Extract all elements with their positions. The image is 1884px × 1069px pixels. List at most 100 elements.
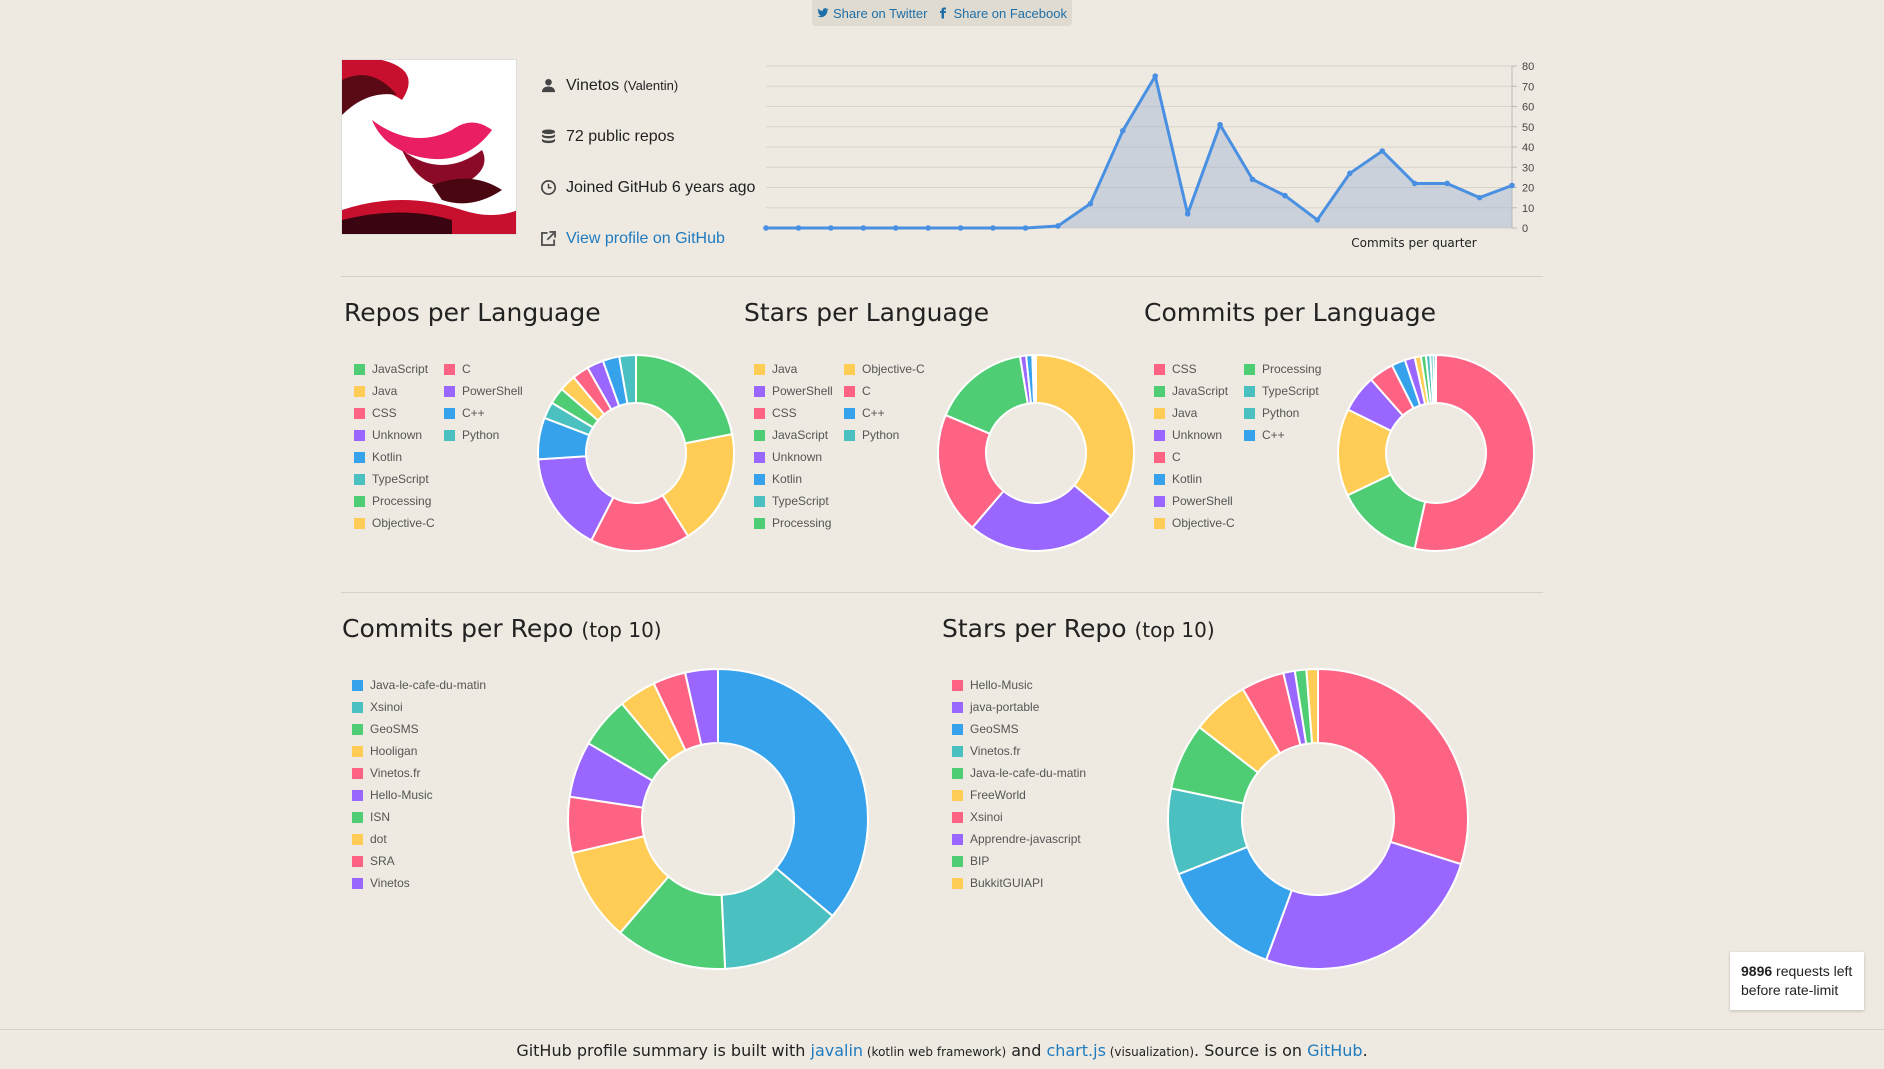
data-point[interactable] (1087, 200, 1094, 207)
data-point[interactable] (1476, 194, 1483, 201)
data-point[interactable] (1152, 73, 1159, 79)
data-point[interactable] (990, 225, 996, 231)
data-point[interactable] (957, 225, 964, 231)
legend-label: JavaScript (372, 362, 429, 376)
legend-item[interactable]: Apprendre-javascript (952, 828, 1086, 850)
chartjs-link[interactable]: chart.js (1046, 1041, 1105, 1060)
legend-item[interactable]: Xsinoi (952, 806, 1086, 828)
slice-java-portable[interactable] (1264, 840, 1463, 970)
data-point[interactable] (763, 225, 769, 231)
legend-item[interactable]: C (1154, 446, 1244, 468)
legend-item[interactable]: Hooligan (352, 740, 486, 762)
data-point[interactable] (1347, 170, 1353, 177)
footer-text: and (1006, 1041, 1047, 1060)
legend-item[interactable]: GeoSMS (352, 718, 486, 740)
legend-item[interactable]: Processing (754, 512, 844, 534)
slice-python[interactable] (1034, 353, 1037, 405)
legend-item[interactable]: java-portable (952, 696, 1086, 718)
data-point[interactable] (1379, 148, 1386, 154)
legend-item[interactable]: Processing (354, 490, 444, 512)
slice-java-le-cafe-du-matin[interactable] (717, 667, 869, 918)
legend-item[interactable]: ISN (352, 806, 486, 828)
data-point[interactable] (1282, 192, 1288, 199)
legend-item[interactable]: Unknown (754, 446, 844, 468)
data-point[interactable] (1217, 121, 1223, 128)
legend-item[interactable]: CSS (354, 402, 444, 424)
data-point[interactable] (1509, 182, 1515, 189)
slice-java[interactable] (1035, 353, 1135, 518)
legend-item[interactable]: BIP (952, 850, 1086, 872)
javalin-link[interactable]: javalin (811, 1041, 864, 1060)
data-point[interactable] (1055, 223, 1061, 229)
legend-item[interactable]: Java (754, 358, 844, 380)
legend-item[interactable]: Objective-C (844, 358, 934, 380)
legend-item[interactable]: TypeScript (354, 468, 444, 490)
data-point[interactable] (1119, 128, 1126, 134)
legend-item[interactable]: CSS (1154, 358, 1244, 380)
data-point[interactable] (1022, 225, 1029, 231)
legend-item[interactable]: TypeScript (754, 490, 844, 512)
legend-item[interactable]: PowerShell (444, 380, 534, 402)
legend-item[interactable]: Java (1154, 402, 1244, 424)
share-twitter-link[interactable]: Share on Twitter (817, 6, 927, 21)
legend-item[interactable]: Vinetos (352, 872, 486, 894)
realname: (Valentin) (623, 78, 679, 93)
slice-hello-music[interactable] (1317, 667, 1469, 866)
legend-swatch (352, 767, 363, 779)
legend-item[interactable]: Unknown (354, 424, 444, 446)
legend-item[interactable]: BukkitGUIAPI (952, 872, 1086, 894)
legend-item[interactable]: C++ (444, 402, 534, 424)
legend-item[interactable]: Java (354, 380, 444, 402)
legend-item[interactable]: Java-le-cafe-du-matin (352, 674, 486, 696)
data-point[interactable] (892, 225, 899, 231)
legend-item[interactable]: Hello-Music (352, 784, 486, 806)
legend-item[interactable]: Java-le-cafe-du-matin (952, 762, 1086, 784)
data-point[interactable] (795, 225, 802, 231)
legend-item[interactable]: Kotlin (1154, 468, 1244, 490)
github-source-link[interactable]: GitHub (1307, 1041, 1362, 1060)
legend-item[interactable]: Hello-Music (952, 674, 1086, 696)
legend-item[interactable]: C++ (844, 402, 934, 424)
legend-item[interactable]: C (444, 358, 534, 380)
legend-item[interactable]: Objective-C (1154, 512, 1244, 534)
slice-javascript[interactable] (635, 353, 734, 445)
legend-item[interactable]: C++ (1244, 424, 1334, 446)
legend-item[interactable]: JavaScript (1154, 380, 1244, 402)
legend-item[interactable]: JavaScript (354, 358, 444, 380)
data-point[interactable] (828, 225, 834, 231)
share-facebook-link[interactable]: Share on Facebook (937, 6, 1067, 21)
legend-item[interactable]: Python (844, 424, 934, 446)
data-point[interactable] (1249, 176, 1256, 183)
username-row: Vinetos (Valentin) (540, 60, 760, 111)
legend-item[interactable]: Vinetos.fr (952, 740, 1086, 762)
legend-item[interactable]: Python (1244, 402, 1334, 424)
data-point[interactable] (1314, 217, 1321, 223)
view-profile-link[interactable]: View profile on GitHub (566, 230, 725, 248)
data-point[interactable] (1444, 180, 1450, 187)
legend-swatch (952, 855, 963, 867)
data-point[interactable] (860, 225, 867, 231)
legend-item[interactable]: dot (352, 828, 486, 850)
legend-item[interactable]: JavaScript (754, 424, 844, 446)
legend-item[interactable]: Python (444, 424, 534, 446)
data-point[interactable] (925, 225, 931, 231)
legend-item[interactable]: GeoSMS (952, 718, 1086, 740)
legend-item[interactable]: Xsinoi (352, 696, 486, 718)
legend-item[interactable]: FreeWorld (952, 784, 1086, 806)
legend-item[interactable]: PowerShell (1154, 490, 1244, 512)
data-point[interactable] (1184, 211, 1191, 217)
legend-item[interactable]: PowerShell (754, 380, 844, 402)
legend-item[interactable]: TypeScript (1244, 380, 1334, 402)
legend-item[interactable]: Processing (1244, 358, 1334, 380)
data-point[interactable] (1411, 180, 1418, 187)
legend-item[interactable]: SRA (352, 850, 486, 872)
slice-c-[interactable] (1432, 353, 1437, 405)
legend-item[interactable]: Kotlin (754, 468, 844, 490)
legend-item[interactable]: Kotlin (354, 446, 444, 468)
legend-label: java-portable (970, 700, 1040, 714)
legend-item[interactable]: Vinetos.fr (352, 762, 486, 784)
legend-item[interactable]: CSS (754, 402, 844, 424)
legend-item[interactable]: Objective-C (354, 512, 444, 534)
legend-item[interactable]: C (844, 380, 934, 402)
legend-item[interactable]: Unknown (1154, 424, 1244, 446)
